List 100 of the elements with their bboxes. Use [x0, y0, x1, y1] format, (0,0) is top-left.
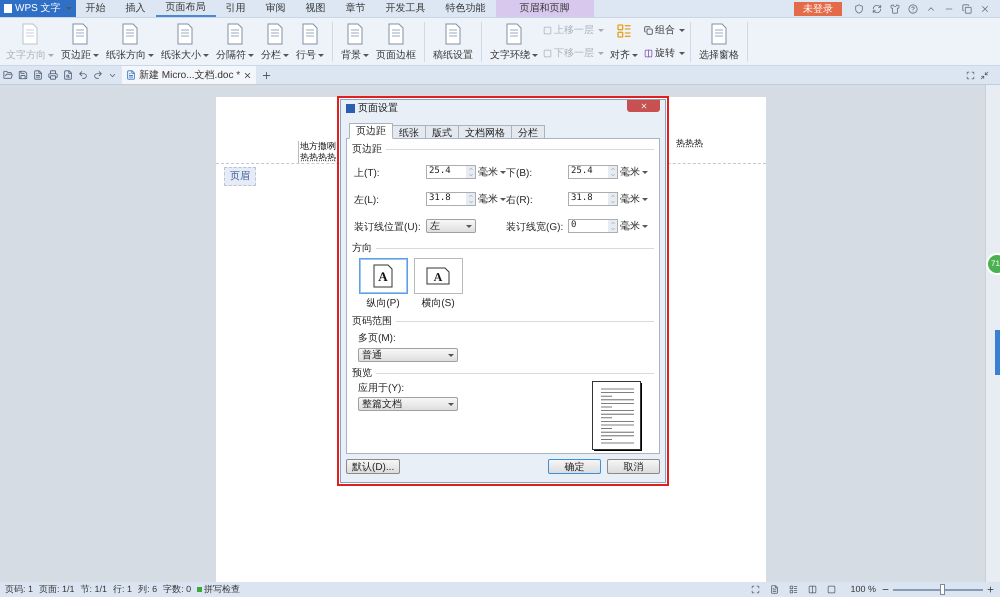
field-label: 下(B):: [506, 168, 532, 179]
unit-dropdown[interactable]: 毫米: [620, 218, 648, 234]
field-label: 右(R):: [506, 195, 533, 206]
dropdown-field[interactable]: 左: [426, 219, 476, 233]
ribbon-button[interactable]: 页边距: [58, 20, 102, 62]
dialog-tab[interactable]: 版式: [425, 125, 459, 139]
zoom-slider[interactable]: [893, 584, 983, 595]
number-field[interactable]: 0: [568, 219, 618, 233]
preview-icon[interactable]: [63, 70, 73, 80]
ribbon-button[interactable]: 选择窗格: [696, 20, 742, 62]
section-title: 方向: [352, 242, 372, 256]
align-icon: [616, 22, 632, 38]
number-field[interactable]: 31.8: [568, 192, 618, 206]
app-logo-icon: [346, 104, 355, 112]
zoom-in-icon[interactable]: [986, 585, 995, 594]
dialog-button[interactable]: 确定: [548, 459, 601, 474]
unit-dropdown[interactable]: 毫米: [620, 192, 648, 206]
menu-tab[interactable]: 开始: [76, 0, 116, 17]
caret-icon: [598, 28, 604, 32]
dropdown-field[interactable]: 整篇文档: [358, 397, 458, 411]
caret-icon: [93, 54, 99, 56]
web-view-icon[interactable]: [808, 585, 818, 594]
ribbon-button[interactable]: 纸张大小: [158, 20, 212, 62]
spell-check-status[interactable]: 拼写检查: [204, 582, 240, 596]
menu-tab[interactable]: 开发工具: [376, 0, 436, 17]
field-label: 应用于(Y):: [358, 382, 406, 396]
dialog-title: 页面设置: [358, 102, 398, 116]
rotate-button[interactable]: 旋转: [644, 46, 685, 60]
ribbon-button[interactable]: 分隔符: [213, 20, 257, 62]
orientation-option[interactable]: A: [414, 258, 462, 294]
align-button[interactable]: 对齐: [610, 20, 638, 62]
dialog-tab[interactable]: 分栏: [511, 125, 545, 139]
shield-icon[interactable]: [854, 4, 864, 14]
zoom-thumb[interactable]: [940, 584, 945, 595]
restore-icon[interactable]: [962, 4, 972, 14]
unit-dropdown[interactable]: 毫米: [620, 164, 648, 180]
folder-icon[interactable]: [3, 70, 13, 80]
spell-check-icon: [197, 587, 202, 592]
ribbon-button[interactable]: 背景: [338, 20, 372, 62]
close-icon: [640, 102, 648, 110]
page-view-icon[interactable]: [770, 585, 780, 594]
menu-tab[interactable]: 插入: [116, 0, 156, 17]
ribbon-button[interactable]: 分栏: [258, 20, 292, 62]
help-icon[interactable]: [908, 4, 918, 14]
caret-icon: [148, 54, 154, 56]
panel-menu-icon[interactable]: [980, 70, 989, 80]
status-item: 页码: 1: [5, 582, 34, 596]
dialog-tab[interactable]: 文档网格: [458, 125, 512, 139]
ribbon-button[interactable]: 稿纸设置: [430, 20, 476, 62]
new-tab-icon[interactable]: [261, 70, 272, 80]
save-icon[interactable]: [18, 70, 28, 80]
number-field[interactable]: 31.8: [426, 192, 476, 206]
panel-icon[interactable]: [966, 70, 975, 80]
dropdown-field[interactable]: 普通: [358, 348, 458, 362]
document-tab[interactable]: 新建 Micro...文档.doc *: [122, 66, 256, 84]
number-field[interactable]: 25.4: [568, 165, 618, 179]
caret-icon: [283, 54, 289, 56]
dialog-tab[interactable]: 页边距: [349, 123, 393, 139]
ribbon-button[interactable]: 纸张方向: [103, 20, 157, 62]
page-icon: [21, 22, 39, 44]
reading-view-icon[interactable]: [827, 585, 836, 594]
orientation-option[interactable]: A: [358, 258, 408, 294]
refresh-icon[interactable]: [872, 4, 882, 14]
close-icon[interactable]: [980, 4, 990, 14]
number-field[interactable]: 25.4: [426, 165, 476, 179]
page-icon: [505, 22, 523, 44]
menu-tab[interactable]: 视图: [296, 0, 336, 17]
unit-dropdown[interactable]: 毫米: [478, 164, 506, 180]
menu-tab[interactable]: 特色功能: [436, 0, 496, 17]
dialog-button[interactable]: 默认(D)...: [346, 459, 400, 474]
caret-icon: [500, 198, 506, 200]
layer-icon: [543, 26, 552, 34]
undo-icon[interactable]: [78, 70, 88, 80]
fullscreen-icon[interactable]: [751, 585, 760, 594]
document-icon: [126, 70, 136, 80]
print-icon[interactable]: [48, 70, 58, 80]
ribbon-button[interactable]: 页面边框: [373, 20, 419, 62]
ribbon-button[interactable]: 行号: [293, 20, 327, 62]
field-label: 装订线宽(G):: [506, 222, 564, 233]
page-icon: [121, 22, 139, 44]
menu-tab[interactable]: 审阅: [256, 0, 296, 17]
ribbon-button[interactable]: 文字环绕: [487, 20, 541, 62]
group-button[interactable]: 组合: [644, 22, 685, 38]
field-label: 多页(M):: [358, 332, 397, 346]
shirt-icon[interactable]: [890, 4, 900, 14]
outline-view-icon[interactable]: [789, 585, 798, 594]
unit-dropdown[interactable]: 毫米: [478, 192, 506, 206]
page-icon: [444, 22, 462, 44]
caret-icon: [632, 54, 638, 56]
menu-tab[interactable]: 引用: [216, 0, 256, 17]
caret-icon: [500, 170, 506, 174]
app-menu-button[interactable]: WPS 文字: [0, 0, 76, 17]
status-item: 节: 1/1: [80, 582, 108, 596]
document-icon[interactable]: [33, 70, 43, 80]
redo-icon[interactable]: [93, 70, 103, 80]
dialog-button[interactable]: 取消: [607, 459, 660, 474]
menu-tab[interactable]: 页眉和页脚: [496, 0, 594, 17]
caret-icon: [203, 54, 209, 56]
status-item: 列: 6: [138, 582, 158, 596]
menu-tab[interactable]: 章节: [336, 0, 376, 17]
